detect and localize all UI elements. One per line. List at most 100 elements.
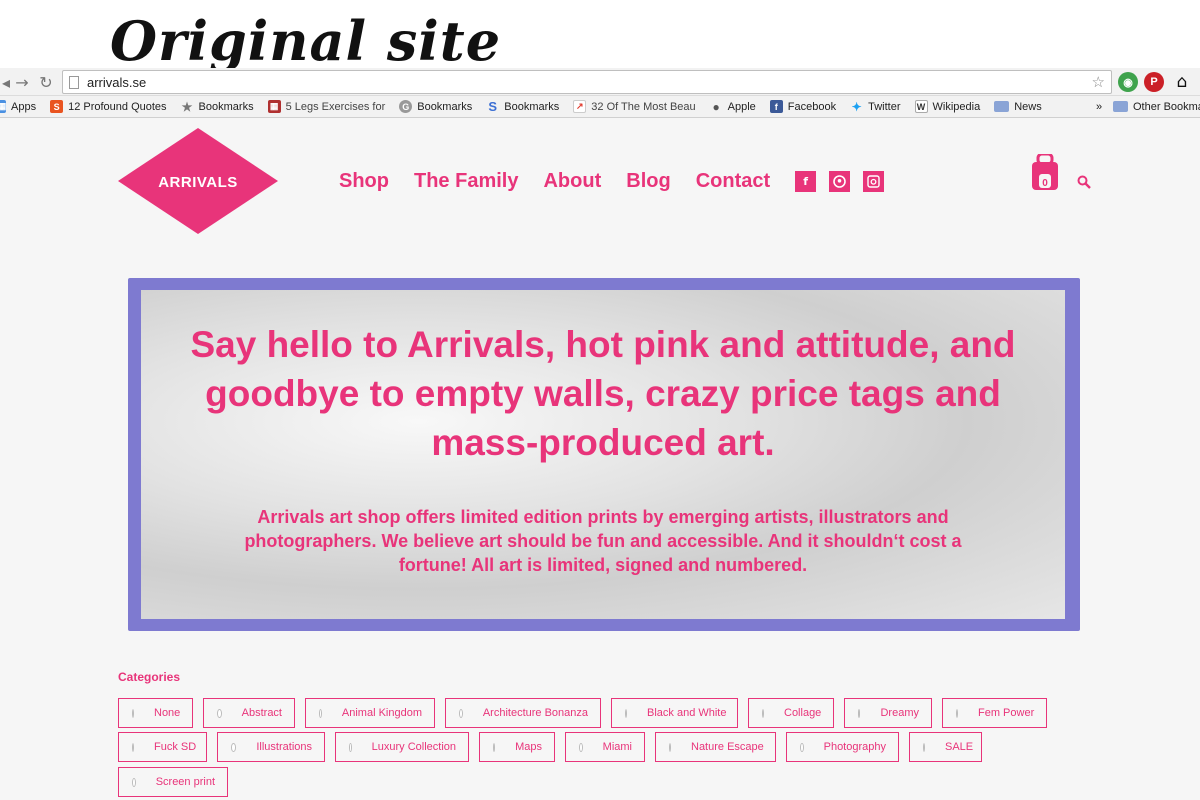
bookmark-item[interactable]: G Bookmarks <box>399 100 472 113</box>
radio-button[interactable] <box>669 742 671 752</box>
swirl-icon: S <box>488 99 498 114</box>
category-filter-animal-kingdom[interactable]: Animal Kingdom <box>305 698 435 728</box>
webpage: ARRIVALS Shop The Family About Blog Cont… <box>0 118 1200 800</box>
category-filter-black-and-white[interactable]: Black and White <box>611 698 738 728</box>
nav-blog[interactable]: Blog <box>626 170 670 193</box>
radio-button[interactable] <box>858 708 861 718</box>
search-icon[interactable] <box>1077 175 1091 189</box>
radio-button[interactable] <box>923 742 925 752</box>
category-filter-photography[interactable]: Photography <box>786 732 899 762</box>
radio-button[interactable] <box>132 777 136 787</box>
category-filter-collage[interactable]: Collage <box>748 698 834 728</box>
apps-icon: ▦ <box>0 100 6 113</box>
category-filter-fem-power[interactable]: Fem Power <box>942 698 1047 728</box>
radio-button[interactable] <box>132 742 134 752</box>
category-label: Animal Kingdom <box>341 707 422 719</box>
radio-button[interactable] <box>459 708 463 718</box>
category-filter-abstract[interactable]: Abstract <box>203 698 295 728</box>
annotation-area: Original site <box>0 0 1200 73</box>
category-filter-miami[interactable]: Miami <box>565 732 645 762</box>
nav-about[interactable]: About <box>543 170 601 193</box>
bookmarks-bar: ▦ Apps S 12 Profound Quotes ★ Bookmarks … <box>0 96 1200 118</box>
radio-button[interactable] <box>132 708 134 718</box>
cart-backpack-icon[interactable]: 0 <box>1030 154 1060 192</box>
category-label: Screen print <box>155 776 215 788</box>
bookmark-item[interactable]: ● Apple <box>710 100 756 114</box>
bookmark-folder-news[interactable]: News <box>994 101 1042 113</box>
nav-contact[interactable]: Contact <box>696 170 770 193</box>
category-filter-screen-print[interactable]: Screen print <box>118 767 228 797</box>
pinterest-extension-icon[interactable]: P <box>1144 72 1164 92</box>
address-bar[interactable]: arrivals.se ☆ <box>62 70 1112 94</box>
more-bookmarks-chevron-icon[interactable]: » <box>1096 101 1102 113</box>
social-links: f <box>795 171 897 192</box>
category-filter-maps[interactable]: Maps <box>479 732 555 762</box>
category-label: Architecture Bonanza <box>482 707 588 719</box>
bookmark-item[interactable]: W Wikipedia <box>914 100 980 113</box>
category-filter-illustrations[interactable]: Illustrations <box>217 732 325 762</box>
forward-icon[interactable]: → <box>12 72 32 92</box>
extension-green-icon[interactable]: ◉ <box>1118 72 1138 92</box>
radio-button[interactable] <box>579 742 583 752</box>
bookmark-label: 32 Of The Most Beau <box>591 100 696 113</box>
radio-button[interactable] <box>349 742 352 752</box>
bookmark-item[interactable]: ★ Bookmarks <box>181 99 254 114</box>
nav-the-family[interactable]: The Family <box>414 170 518 193</box>
bookmark-label: Bookmarks <box>417 100 473 113</box>
category-filter-dreamy[interactable]: Dreamy <box>844 698 932 728</box>
category-label: Abstract <box>241 707 282 719</box>
nav-shop[interactable]: Shop <box>339 170 389 193</box>
radio-button[interactable] <box>217 708 222 718</box>
g-icon: G <box>399 100 413 113</box>
url-text: arrivals.se <box>87 74 147 90</box>
category-label: Luxury Collection <box>371 741 456 753</box>
pinterest-icon[interactable] <box>829 171 851 192</box>
radio-button[interactable] <box>800 742 804 752</box>
arrivals-logo[interactable]: ARRIVALS <box>118 128 278 234</box>
category-filter-sale[interactable]: SALE <box>909 732 982 762</box>
bookmark-item[interactable]: S 12 Profound Quotes <box>50 100 167 113</box>
bookmark-label: Twitter <box>868 100 901 113</box>
folder-icon <box>994 101 1010 112</box>
bookmark-star-icon[interactable]: ☆ <box>1092 73 1105 91</box>
hero-cloud-image: Say hello to Arrivals, hot pink and atti… <box>141 290 1065 619</box>
radio-button[interactable] <box>319 708 322 718</box>
radio-button[interactable] <box>625 708 627 718</box>
page-icon <box>69 75 79 89</box>
category-filter-none[interactable]: None <box>118 698 193 728</box>
main-nav: Shop The Family About Blog Contact f <box>339 170 897 193</box>
category-label: Nature Escape <box>691 741 764 753</box>
category-filter-nature-escape[interactable]: Nature Escape <box>655 732 776 762</box>
folder-icon <box>1113 101 1128 112</box>
bookmark-item[interactable]: ▦ 5 Legs Exercises for <box>267 100 386 113</box>
facebook-icon: f <box>769 100 783 113</box>
reload-icon[interactable]: ↻ <box>36 72 56 92</box>
category-label: Collage <box>784 707 822 719</box>
bookmark-item[interactable]: ↗ 32 Of The Most Beau <box>573 100 696 113</box>
bookmark-item[interactable]: S Bookmarks <box>486 99 559 114</box>
instagram-icon[interactable] <box>863 171 885 192</box>
radio-button[interactable] <box>493 742 496 752</box>
radio-button[interactable] <box>231 742 237 752</box>
category-filter-luxury-collection[interactable]: Luxury Collection <box>335 732 469 762</box>
annotation-text: Original site <box>110 9 502 73</box>
radio-button[interactable] <box>762 708 764 718</box>
hero-title: Say hello to Arrivals, hot pink and atti… <box>190 324 1016 463</box>
radio-button[interactable] <box>956 708 958 718</box>
star-icon: ★ <box>181 99 193 114</box>
bookmark-item[interactable]: f Facebook <box>769 100 837 113</box>
trend-icon: ↗ <box>573 100 587 113</box>
category-label: Fuck SD <box>154 741 197 753</box>
bookmark-label: 5 Legs Exercises for <box>285 100 386 113</box>
bookmark-label: 12 Profound Quotes <box>68 100 167 113</box>
bookmark-apps[interactable]: ▦ Apps <box>0 100 36 113</box>
facebook-icon[interactable]: f <box>795 171 817 192</box>
bookmark-label: Facebook <box>787 100 837 113</box>
home-icon[interactable]: ⌂ <box>1172 72 1192 92</box>
bookmark-item[interactable]: ✦ Twitter <box>850 100 901 114</box>
category-filter-architecture-bonanza[interactable]: Architecture Bonanza <box>445 698 601 728</box>
category-filter-fuck-sd[interactable]: Fuck SD <box>118 732 207 762</box>
other-bookmarks[interactable]: Other Bookmarks <box>1113 101 1200 113</box>
hero-subtitle: Arrivals art shop offers limited edition… <box>244 507 962 575</box>
svg-text:ARRIVALS: ARRIVALS <box>158 174 238 191</box>
